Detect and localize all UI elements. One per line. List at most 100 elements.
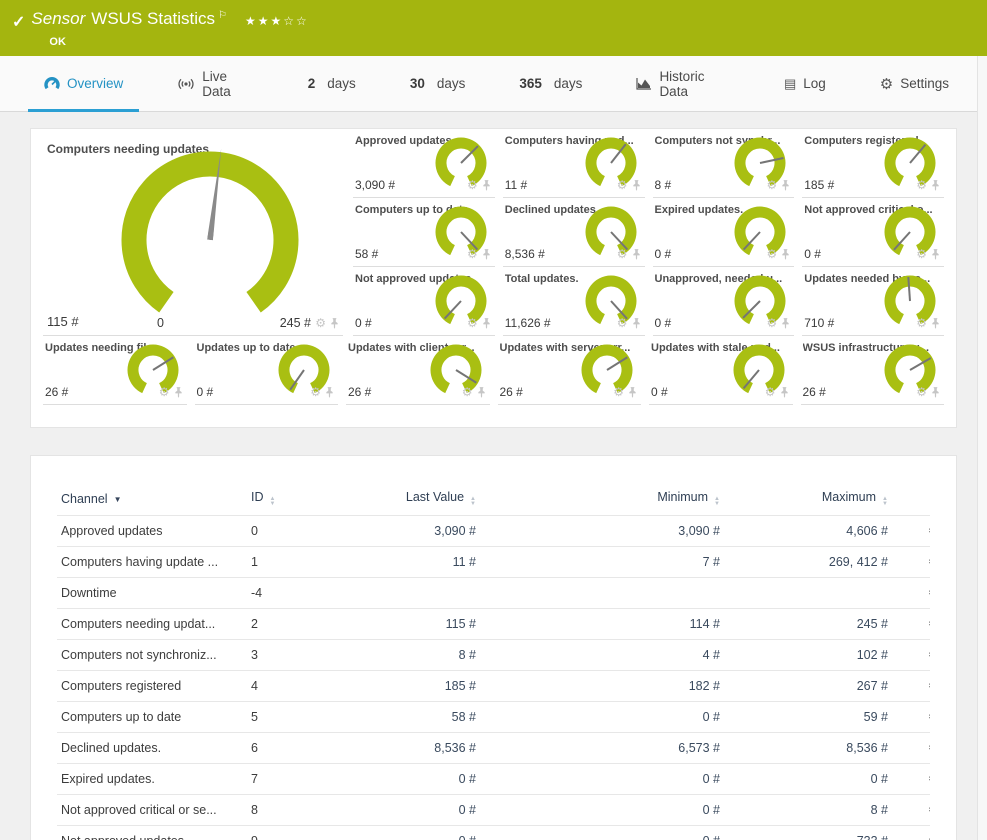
tab-log[interactable]: Log (768, 56, 842, 111)
gauge-tile[interactable]: Computers not synchr... 8 # (653, 129, 795, 198)
pin-icon[interactable] (781, 180, 790, 191)
pin-icon[interactable] (931, 318, 940, 329)
gauge-tile[interactable]: Total updates. 11,626 # (503, 267, 645, 336)
pin-icon[interactable] (781, 318, 790, 329)
gauge-tile[interactable]: Expired updates. 0 # (653, 198, 795, 267)
pin-icon[interactable] (325, 387, 334, 398)
table-row[interactable]: Approved updates 0 3,090 # 3,090 # 4,606… (57, 516, 930, 547)
column-header-minimum[interactable]: Minimum (524, 482, 734, 516)
gauge-tile[interactable]: Updates needed by co... 710 # (802, 267, 944, 336)
column-header-last-value[interactable]: Last Value (349, 482, 524, 516)
column-header-maximum[interactable]: Maximum (734, 482, 924, 516)
pin-icon[interactable] (632, 249, 641, 260)
channel-cell[interactable]: Downtime (57, 578, 247, 609)
channel-cell[interactable]: Not approved updates. (57, 826, 247, 840)
gauge-tile[interactable]: Declined updates. 8,536 # (503, 198, 645, 267)
scrollbar[interactable] (977, 56, 987, 840)
main-gauge-tile[interactable]: Computers needing updates 0 245 # 115 # (43, 129, 343, 336)
gauge-tile[interactable]: Computers having upd... 11 # (503, 129, 645, 198)
tab-overview[interactable]: Overview (28, 56, 139, 111)
channel-settings-icon[interactable] (928, 648, 930, 661)
pin-icon[interactable] (628, 387, 637, 398)
channel-settings-icon[interactable] (928, 741, 930, 754)
gauge-tile[interactable]: Not approved critical o... 0 # (802, 198, 944, 267)
gauge-tile[interactable]: Updates with server err... 26 # (498, 336, 642, 405)
channel-settings-icon[interactable] (928, 586, 930, 599)
gear-icon[interactable] (467, 245, 478, 263)
channel-cell[interactable]: Expired updates. (57, 764, 247, 795)
pin-icon[interactable] (931, 180, 940, 191)
tab-365-days[interactable]: 365 days (503, 56, 598, 111)
gauge-tile[interactable]: Computers up to date 58 # (353, 198, 495, 267)
channel-settings-icon[interactable] (928, 617, 930, 630)
gauge-tile[interactable]: WSUS infrastructure u... 26 # (801, 336, 945, 405)
table-row[interactable]: Expired updates. 7 0 # 0 # 0 # (57, 764, 930, 795)
pin-icon[interactable] (632, 180, 641, 191)
table-row[interactable]: Computers having update ... 1 11 # 7 # 2… (57, 547, 930, 578)
pin-icon[interactable] (780, 387, 789, 398)
tab-2-days[interactable]: 2 days (292, 56, 372, 111)
gear-icon[interactable] (159, 383, 170, 401)
channel-cell[interactable]: Approved updates (57, 516, 247, 547)
gear-icon[interactable] (916, 176, 927, 194)
pin-icon[interactable] (482, 180, 491, 191)
pin-icon[interactable] (931, 249, 940, 260)
gauge-tile[interactable]: Updates up to date. 0 # (195, 336, 339, 405)
column-header-id[interactable]: ID (247, 482, 349, 516)
flag-icon[interactable] (218, 5, 227, 27)
gear-icon[interactable] (310, 383, 321, 401)
pin-icon[interactable] (482, 318, 491, 329)
tab-live-data[interactable]: Live Data (161, 56, 270, 111)
channel-cell[interactable]: Declined updates. (57, 733, 247, 764)
table-row[interactable]: Computers needing updat... 2 115 # 114 #… (57, 609, 930, 640)
priority-stars[interactable]: ★★★☆☆ (245, 10, 309, 32)
channel-cell[interactable]: Computers needing updat... (57, 609, 247, 640)
channel-settings-icon[interactable] (928, 524, 930, 537)
table-row[interactable]: Computers registered 4 185 # 182 # 267 # (57, 671, 930, 702)
gauge-tile[interactable]: Computers registered 185 # (802, 129, 944, 198)
channel-settings-icon[interactable] (928, 834, 930, 840)
gauge-tile[interactable]: Updates needing files. 26 # (43, 336, 187, 405)
gear-icon[interactable] (766, 245, 777, 263)
gear-icon[interactable] (613, 383, 624, 401)
table-row[interactable]: Not approved critical or se... 8 0 # 0 #… (57, 795, 930, 826)
gear-icon[interactable] (766, 176, 777, 194)
channel-cell[interactable]: Computers having update ... (57, 547, 247, 578)
gear-icon[interactable] (467, 314, 478, 332)
table-row[interactable]: Downtime -4 (57, 578, 930, 609)
gear-icon[interactable] (617, 314, 628, 332)
gear-icon[interactable] (916, 245, 927, 263)
gear-icon[interactable] (617, 245, 628, 263)
channel-settings-icon[interactable] (928, 772, 930, 785)
channel-settings-icon[interactable] (928, 555, 930, 568)
gear-icon[interactable] (617, 176, 628, 194)
pin-icon[interactable] (781, 249, 790, 260)
column-header-channel[interactable]: Channel (57, 482, 247, 516)
gauge-tile[interactable]: Approved updates 3,090 # (353, 129, 495, 198)
gear-icon[interactable] (315, 314, 326, 332)
pin-icon[interactable] (477, 387, 486, 398)
tab-historic-data[interactable]: Historic Data (620, 56, 746, 111)
gear-icon[interactable] (462, 383, 473, 401)
gauge-tile[interactable]: Updates with client err... 26 # (346, 336, 490, 405)
gauge-tile[interactable]: Unapproved, needed u... 0 # (653, 267, 795, 336)
table-row[interactable]: Declined updates. 6 8,536 # 6,573 # 8,53… (57, 733, 930, 764)
pin-icon[interactable] (931, 387, 940, 398)
pin-icon[interactable] (482, 249, 491, 260)
channel-cell[interactable]: Computers up to date (57, 702, 247, 733)
pin-icon[interactable] (330, 318, 339, 329)
channel-settings-icon[interactable] (928, 803, 930, 816)
gear-icon[interactable] (766, 314, 777, 332)
gauge-tile[interactable]: Not approved updates 0 # (353, 267, 495, 336)
table-row[interactable]: Computers not synchroniz... 3 8 # 4 # 10… (57, 640, 930, 671)
gear-icon[interactable] (916, 314, 927, 332)
channel-cell[interactable]: Computers registered (57, 671, 247, 702)
tab-settings[interactable]: Settings (864, 56, 965, 111)
pin-icon[interactable] (632, 318, 641, 329)
table-row[interactable]: Computers up to date 5 58 # 0 # 59 # (57, 702, 930, 733)
tab-30-days[interactable]: 30 days (394, 56, 482, 111)
pin-icon[interactable] (174, 387, 183, 398)
channel-cell[interactable]: Computers not synchroniz... (57, 640, 247, 671)
gear-icon[interactable] (467, 176, 478, 194)
channel-cell[interactable]: Not approved critical or se... (57, 795, 247, 826)
